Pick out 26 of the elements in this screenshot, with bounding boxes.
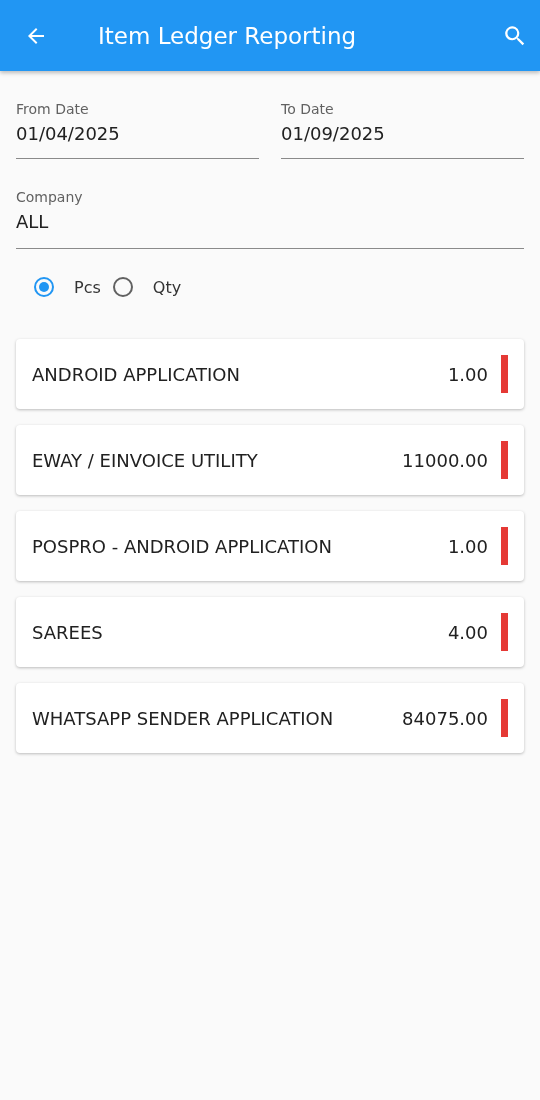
screen-title: Item Ledger Reporting <box>98 22 358 49</box>
item-name: WHATSAPP SENDER APPLICATION <box>32 707 335 729</box>
item-name: SAREES <box>32 621 104 643</box>
item-card[interactable]: POSPRO - ANDROID APPLICATION 1.00 <box>16 511 524 581</box>
indicator-bar <box>501 527 508 565</box>
item-name: EWAY / EINVOICE UTILITY <box>32 449 259 471</box>
item-card[interactable]: ANDROID APPLICATION 1.00 <box>16 339 524 409</box>
item-amount: 4.00 <box>447 621 488 643</box>
company-field[interactable]: Company ALL <box>16 189 524 249</box>
indicator-bar <box>501 613 508 651</box>
unit-radio[interactable]: Pcs <box>34 277 101 297</box>
item-name: POSPRO - ANDROID APPLICATION <box>32 535 333 557</box>
item-amount: 1.00 <box>447 363 488 385</box>
item-amount: 84075.00 <box>402 707 488 729</box>
indicator-bar <box>501 699 508 737</box>
item-card[interactable]: WHATSAPP SENDER APPLICATION 84075.00 <box>16 683 524 753</box>
item-name: ANDROID APPLICATION <box>32 363 241 385</box>
date-field[interactable]: To Date 01/09/2025 <box>281 101 524 159</box>
item-card[interactable]: SAREES 4.00 <box>16 597 524 667</box>
indicator-bar <box>501 355 508 393</box>
date-field[interactable]: From Date 01/04/2025 <box>16 101 259 159</box>
item-amount: 11000.00 <box>402 449 488 471</box>
item-card[interactable]: EWAY / EINVOICE UTILITY 11000.00 <box>16 425 524 495</box>
unit-radio[interactable]: Qty <box>112 277 182 297</box>
indicator-bar <box>501 441 508 479</box>
item-amount: 1.00 <box>447 535 488 557</box>
